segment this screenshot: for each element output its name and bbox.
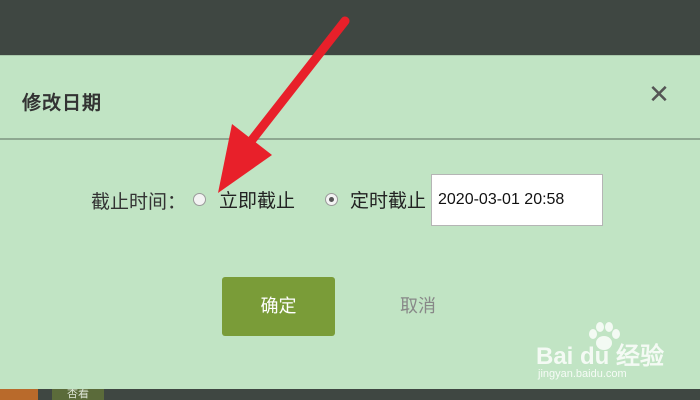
background-button-2: 杏看 [52,388,104,400]
dialog-title: 修改日期 [22,92,103,114]
radio-immediate-label[interactable]: 立即截止 [219,186,295,213]
datetime-input[interactable] [431,174,603,226]
radio-immediate[interactable] [193,193,206,206]
background-button-1 [0,388,38,400]
deadline-row: 截止时间： 立即截止 定时截止 [0,174,700,226]
cancel-button[interactable]: 取消 [383,277,453,336]
deadline-label: 截止时间： [91,191,187,213]
radio-scheduled-label[interactable]: 定时截止 [350,186,426,213]
close-icon[interactable]: ✕ [644,80,674,110]
dialog-title-bar: 修改日期 ✕ [0,56,700,140]
edit-date-dialog: 修改日期 ✕ 截止时间： 立即截止 定时截止 确定 取消 [0,55,700,389]
radio-scheduled[interactable] [325,193,338,206]
confirm-button[interactable]: 确定 [222,277,335,336]
radio-selected-dot [329,197,334,202]
